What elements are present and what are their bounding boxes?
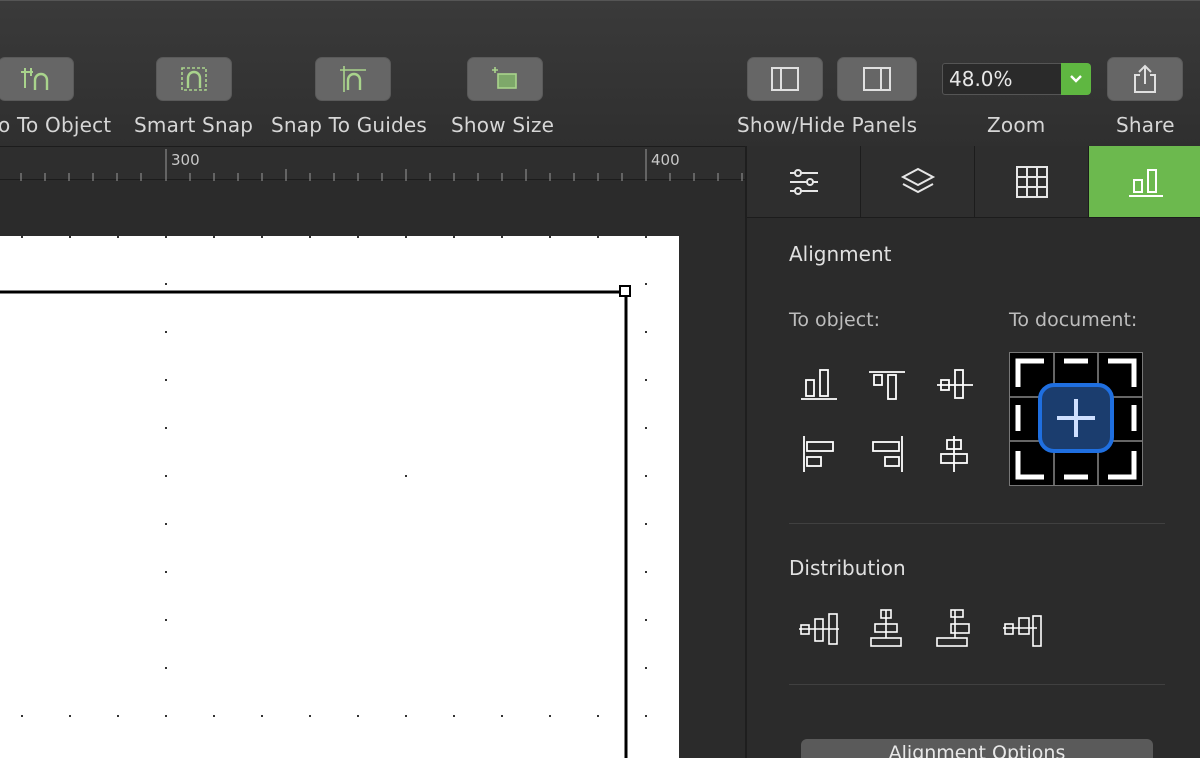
distribute-horizontal-spacing-button[interactable] (1001, 608, 1045, 652)
distribute-horizontal-spacing-icon (1003, 615, 1042, 647)
drawing-canvas[interactable] (0, 181, 745, 758)
alignment-options-button[interactable]: Alignment Options (801, 739, 1153, 758)
show-size-label: Show Size (451, 113, 555, 137)
snap-to-object-icon (21, 68, 49, 90)
show-right-panel-button[interactable] (837, 57, 917, 101)
align-left-button[interactable] (797, 432, 841, 476)
distribute-horizontal-icon (799, 613, 839, 645)
distribute-vertical-spacing-icon (936, 609, 970, 647)
align-top-button[interactable] (865, 364, 909, 408)
distribution-title: Distribution (789, 556, 906, 580)
align-bottom-button[interactable] (797, 364, 841, 408)
align-top-icon (869, 371, 905, 400)
section-divider-2 (789, 684, 1165, 685)
section-divider (789, 523, 1165, 524)
grid-icon (1015, 165, 1048, 198)
left-panel-icon (771, 67, 799, 91)
smart-snap-label: Smart Snap (134, 113, 254, 137)
distribute-vertical-spacing-button[interactable] (933, 608, 977, 652)
share-icon (1134, 64, 1156, 93)
zoom-dropdown-button[interactable] (1061, 63, 1091, 95)
show-size-icon (492, 67, 517, 89)
align-left-icon (803, 436, 834, 472)
to-document-label: To document: (1009, 309, 1138, 331)
snap-to-object-button[interactable] (0, 57, 74, 101)
ruler-mark-300: 300 (171, 151, 200, 169)
document-alignment-grid-icon (1010, 353, 1142, 485)
inspector-tabs (747, 146, 1200, 218)
align-vertical-center-icon (937, 369, 973, 399)
zoom-label: Zoom (987, 113, 1046, 137)
layers-icon (900, 167, 935, 193)
share-label: Share (1116, 113, 1175, 137)
show-size-button[interactable] (467, 57, 543, 101)
ruler-mark-400: 400 (651, 151, 680, 169)
page-grid-dots (0, 236, 647, 758)
to-object-label: To object: (789, 309, 880, 331)
inspector-panel: Alignment To object: To document: Distri… (745, 146, 1200, 758)
tab-grid[interactable] (975, 146, 1089, 217)
align-right-icon (872, 436, 903, 472)
show-left-panel-button[interactable] (747, 57, 823, 101)
align-horizontal-center-icon (940, 436, 968, 472)
alignment-icon (1128, 168, 1163, 197)
toolbar: o To Object Smart Snap Snap To Guides Sh… (0, 0, 1200, 146)
zoom-input[interactable]: 48.0% (942, 63, 1062, 95)
horizontal-ruler[interactable]: 300 400 (0, 146, 745, 181)
tab-layers[interactable] (861, 146, 975, 217)
tab-alignment[interactable] (1089, 146, 1200, 217)
smart-snap-icon (181, 67, 207, 91)
snap-to-guides-button[interactable] (315, 57, 391, 101)
snap-to-object-label: o To Object (0, 113, 112, 137)
distribute-horizontal-button[interactable] (797, 608, 841, 652)
share-button[interactable] (1107, 57, 1183, 101)
ruler-ticks (20, 149, 743, 181)
settings-sliders-icon (789, 168, 818, 195)
align-bottom-icon (801, 369, 837, 400)
snap-to-guides-icon (340, 66, 366, 92)
snap-to-guides-label: Snap To Guides (271, 113, 428, 137)
right-panel-icon (863, 67, 891, 91)
tab-properties[interactable] (747, 146, 861, 217)
align-vertical-center-button[interactable] (933, 364, 977, 408)
chevron-down-icon (1070, 75, 1082, 83)
document-page[interactable] (0, 236, 679, 758)
to-document-alignment-grid[interactable] (1009, 352, 1143, 486)
show-hide-panels-label: Show/Hide Panels (737, 113, 918, 137)
align-horizontal-center-button[interactable] (933, 432, 977, 476)
align-right-button[interactable] (865, 432, 909, 476)
smart-snap-button[interactable] (156, 57, 232, 101)
distribute-vertical-icon (870, 609, 902, 647)
distribute-vertical-button[interactable] (865, 608, 909, 652)
alignment-title: Alignment (789, 242, 892, 266)
